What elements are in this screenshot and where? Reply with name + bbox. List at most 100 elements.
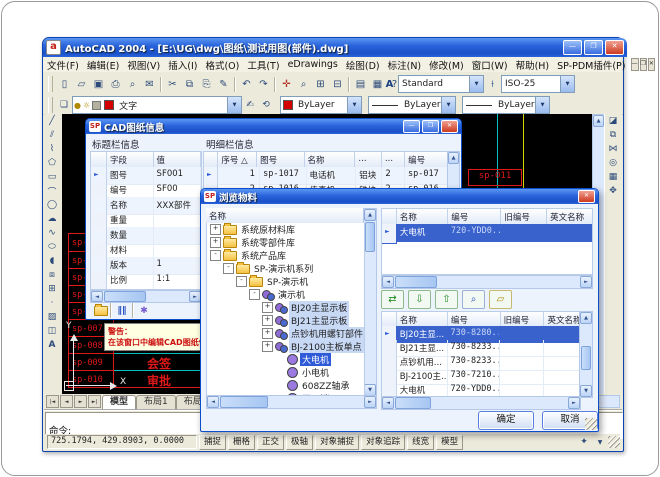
table-row[interactable]: 编号 SF00: [91, 182, 201, 197]
prev-tab-button[interactable]: ◄: [60, 395, 73, 408]
properties-button[interactable]: ▱: [489, 290, 512, 309]
mirror-icon[interactable]: ⋈: [605, 142, 621, 156]
menu-format[interactable]: 格式(O): [201, 57, 243, 73]
table-row[interactable]: 点钞机用... 730-8233...: [382, 354, 580, 368]
offset-icon[interactable]: ◎: [605, 156, 621, 170]
make-layer-current-icon[interactable]: ✍: [242, 98, 258, 112]
text-style-combo[interactable]: Standard ▼: [398, 75, 484, 93]
tree-item[interactable]: 小电机: [207, 366, 365, 379]
dialog-close-button[interactable]: ✕: [441, 120, 458, 133]
chevron-down-icon[interactable]: ▼: [560, 76, 574, 92]
toggle-ortho[interactable]: 正交: [257, 435, 284, 450]
window-titlebar[interactable]: a AutoCAD 2004 - [E:\UG\dwg\图纸\测试用图(部件).…: [43, 38, 627, 57]
layer-manager-icon[interactable]: ❏: [56, 98, 72, 112]
move-up-button[interactable]: ⇧: [435, 290, 458, 309]
expander-icon[interactable]: +: [210, 224, 221, 235]
menu-view[interactable]: 视图(V): [123, 57, 164, 73]
scroll-thumb[interactable]: [395, 276, 437, 288]
table-row[interactable]: BJ21主显... 730-8233...: [382, 340, 580, 354]
barcode-icon[interactable]: ∥∥: [114, 304, 130, 318]
expander-icon[interactable]: -: [236, 276, 247, 287]
table-row[interactable]: BJ-2100主... 730-7210...: [382, 368, 580, 382]
expander-icon[interactable]: +: [262, 341, 273, 352]
plot-button[interactable]: ⎙: [107, 76, 124, 92]
tree-item[interactable]: + 系统原材料库: [207, 223, 365, 236]
tree-item[interactable]: - 系统产品库: [207, 249, 365, 262]
toggle-grid[interactable]: 栅格: [228, 435, 255, 450]
linetype-combo[interactable]: ByLayer ▼: [368, 96, 456, 114]
tree-item[interactable]: + BJ-2100主板单点: [207, 340, 365, 353]
tree-item[interactable]: - SP-演示机: [207, 275, 365, 288]
scroll-up-icon[interactable]: ▲: [580, 312, 592, 324]
menu-edit[interactable]: 编辑(E): [83, 57, 123, 73]
mdi-restore-button[interactable]: ❐: [640, 58, 647, 71]
arc-icon[interactable]: ⌒: [44, 184, 60, 198]
maximize-button[interactable]: ❐: [584, 40, 603, 55]
dialog-titlebar[interactable]: SP 浏览物料 ✕: [201, 189, 598, 204]
expander-icon[interactable]: -: [249, 289, 260, 300]
list-hscrollbar[interactable]: ◄ ►: [381, 396, 581, 410]
search-button[interactable]: ⌕: [462, 290, 485, 309]
expander-icon[interactable]: -: [223, 263, 234, 274]
window-resize-grip[interactable]: [608, 436, 620, 448]
pan-button[interactable]: ✛: [278, 76, 295, 92]
table-row[interactable]: 版本 1: [91, 257, 201, 272]
dim-style-combo[interactable]: ISO-25 ▼: [501, 75, 575, 93]
communication-center-icon[interactable]: ✦: [576, 435, 592, 449]
scroll-up-icon[interactable]: ▲: [364, 209, 376, 221]
multiline-text-icon[interactable]: A: [44, 338, 60, 352]
tree-hscrollbar[interactable]: ◄ ►: [206, 395, 377, 409]
toolbar-grip[interactable]: [48, 97, 53, 113]
table-row[interactable]: ► 1 sp-1017 电话机 铝块 2 sp-017: [204, 167, 448, 182]
copy-button[interactable]: ⧉: [181, 76, 198, 92]
spline-icon[interactable]: ∿: [44, 226, 60, 240]
insert-block-icon[interactable]: ⧈: [44, 268, 60, 282]
minimize-button[interactable]: —: [563, 40, 582, 55]
close-button[interactable]: ✕: [605, 40, 624, 55]
toggle-polar[interactable]: 极轴: [286, 435, 313, 450]
array-icon[interactable]: ▦: [605, 170, 621, 184]
revision-cloud-icon[interactable]: ☁: [44, 212, 60, 226]
toggle-osnap[interactable]: 对象捕捉: [315, 435, 359, 450]
line-icon[interactable]: ╱: [44, 114, 60, 128]
chevron-down-icon[interactable]: ▼: [227, 97, 241, 113]
chevron-down-icon[interactable]: ▼: [441, 97, 455, 113]
scroll-right-icon[interactable]: ►: [568, 397, 580, 409]
table-row[interactable]: 比例 1:1: [91, 272, 201, 287]
status-menu-icon[interactable]: ▼: [592, 435, 608, 449]
zoom-realtime-button[interactable]: ⌕: [295, 76, 312, 92]
chevron-down-icon[interactable]: ▼: [535, 97, 549, 113]
toolbar-grip[interactable]: [48, 76, 53, 92]
scroll-thumb[interactable]: [104, 291, 146, 302]
scroll-right-icon[interactable]: ►: [580, 276, 592, 288]
menu-dimension[interactable]: 标注(N): [384, 57, 426, 73]
scroll-left-icon[interactable]: ◄: [382, 397, 394, 409]
tree-item[interactable]: 大电机: [207, 353, 365, 366]
scroll-thumb[interactable]: [365, 222, 375, 252]
open-button[interactable]: ▱: [73, 76, 90, 92]
paste-button[interactable]: ⎘: [198, 76, 215, 92]
scroll-up-icon[interactable]: ▲: [593, 115, 604, 127]
polyline-icon[interactable]: ⌇: [44, 142, 60, 156]
menu-tools[interactable]: 工具(T): [243, 57, 283, 73]
zoom-window-button[interactable]: ⊞: [312, 76, 329, 92]
color-combo[interactable]: ByLayer ▼: [280, 96, 362, 114]
match-properties-button[interactable]: ✎: [215, 76, 232, 92]
scroll-right-icon[interactable]: ►: [364, 396, 376, 408]
table-row[interactable]: 名称 XXX部件: [91, 197, 201, 212]
refresh-icon[interactable]: ✱: [136, 304, 152, 318]
scroll-left-icon[interactable]: ◄: [382, 276, 394, 288]
ok-button[interactable]: 确定: [478, 411, 534, 430]
table-row[interactable]: ► BJ20主显... 730-8280...: [382, 326, 580, 340]
layer-previous-icon[interactable]: ⟲: [258, 98, 274, 112]
scroll-left-icon[interactable]: ◄: [91, 291, 103, 302]
tree-item[interactable]: + 系统零部件库: [207, 236, 365, 249]
menu-window[interactable]: 窗口(W): [468, 57, 512, 73]
table-row[interactable]: 数量: [91, 227, 201, 242]
new-button[interactable]: ▯: [56, 76, 73, 92]
toggle-otrack[interactable]: 对象追踪: [361, 435, 405, 450]
tab-layout1[interactable]: 布局1: [136, 395, 176, 409]
undo-button[interactable]: ↶: [238, 76, 255, 92]
polygon-icon[interactable]: ⬠: [44, 156, 60, 170]
region-icon[interactable]: ◫: [44, 324, 60, 338]
